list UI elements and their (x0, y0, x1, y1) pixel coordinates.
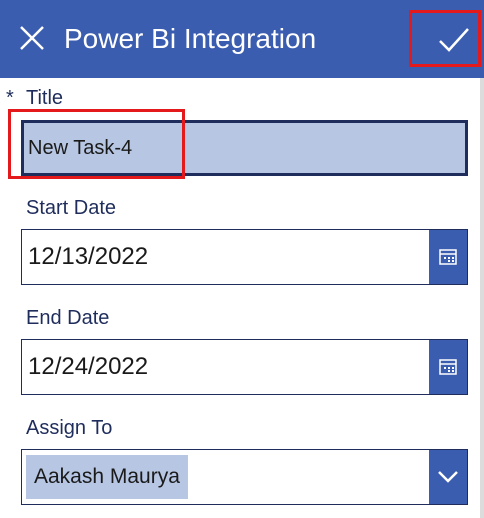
end-date-value: 12/24/2022 (28, 353, 149, 380)
assign-to-combobox[interactable]: Aakash Maurya (21, 449, 468, 505)
scrollbar[interactable] (480, 78, 484, 518)
assign-to-label: Assign To (26, 417, 113, 439)
close-icon (20, 26, 44, 50)
start-date-picker-button[interactable] (429, 230, 467, 284)
end-date-field[interactable]: 12/24/2022 (21, 339, 468, 395)
end-date-picker-button[interactable] (429, 340, 467, 394)
calendar-icon (439, 359, 457, 375)
close-button[interactable] (14, 20, 50, 56)
calendar-icon (439, 249, 457, 265)
assignee-chip[interactable]: Aakash Maurya (26, 455, 188, 499)
submit-button[interactable] (430, 20, 478, 60)
app-header: Power Bi Integration (0, 0, 484, 78)
start-date-field[interactable]: 12/13/2022 (21, 229, 468, 285)
assign-to-dropdown-button[interactable] (429, 450, 467, 504)
end-date-label: End Date (26, 307, 110, 329)
app-title: Power Bi Integration (64, 23, 317, 54)
title-input[interactable] (21, 120, 468, 176)
title-label: Title (26, 87, 64, 109)
start-date-value: 12/13/2022 (28, 243, 149, 270)
start-date-label: Start Date (26, 197, 117, 219)
checkmark-icon (439, 28, 469, 52)
required-marker: * (6, 87, 14, 109)
chevron-down-icon (438, 471, 458, 483)
